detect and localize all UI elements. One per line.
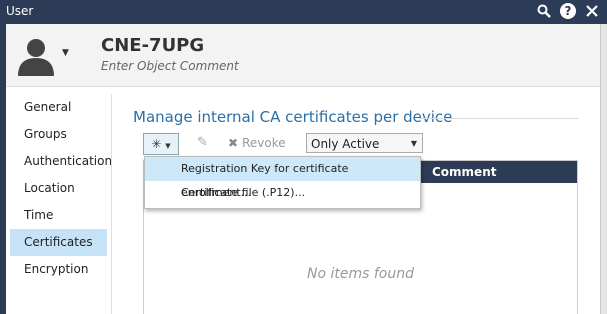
- window-titlebar: User ?: [0, 0, 607, 24]
- help-icon[interactable]: ?: [559, 2, 577, 20]
- user-dialog: ▼ CNE-7UPG Enter Object Comment General …: [0, 24, 600, 314]
- object-header: ▼ CNE-7UPG Enter Object Comment: [6, 24, 600, 87]
- chevron-down-icon: ▼: [165, 142, 171, 150]
- column-header-comment[interactable]: Comment: [432, 165, 496, 179]
- sidebar-divider: [111, 94, 112, 314]
- edit-icon[interactable]: ✎: [197, 135, 208, 150]
- sidebar-item-certificates[interactable]: Certificates: [10, 229, 107, 256]
- sidebar-item-time[interactable]: Time: [6, 202, 111, 229]
- revoke-label: Revoke: [242, 136, 286, 150]
- section-divider: [419, 118, 579, 119]
- sidebar-item-authentication[interactable]: Authentication: [6, 148, 112, 175]
- sidebar-item-general[interactable]: General: [6, 94, 111, 121]
- sidebar-item-encryption[interactable]: Encryption: [6, 256, 111, 283]
- filter-selected-value: Only Active: [311, 137, 380, 151]
- revoke-x-icon: ✖: [228, 136, 239, 150]
- section-title: Manage internal CA certificates per devi…: [133, 108, 453, 126]
- sidebar-item-location[interactable]: Location: [6, 175, 111, 202]
- menu-item-certificate-file[interactable]: Certificate file (.P12)...: [145, 181, 420, 205]
- empty-state-text: No items found: [307, 266, 414, 282]
- revoke-button[interactable]: ✖ Revoke: [228, 136, 286, 150]
- asterisk-icon: ✳: [151, 137, 162, 151]
- sidebar-item-groups[interactable]: Groups: [6, 121, 111, 148]
- filter-select[interactable]: Only Active ▼: [306, 133, 423, 153]
- user-avatar-icon[interactable]: [16, 36, 56, 76]
- window-title: User: [6, 4, 34, 18]
- chevron-down-icon: ▼: [410, 139, 417, 148]
- new-certificate-button[interactable]: ✳ ▼: [143, 133, 179, 155]
- object-name[interactable]: CNE-7UPG: [101, 35, 204, 56]
- close-icon[interactable]: [583, 2, 601, 20]
- new-menu-dropdown: Registration Key for certificate enrollm…: [144, 156, 421, 209]
- certificates-toolbar: ✳ ▼ ✎ ✖ Revoke Only Active ▼: [143, 133, 443, 155]
- menu-item-registration-key[interactable]: Registration Key for certificate enrollm…: [145, 157, 420, 199]
- sidebar-nav: General Groups Authentication Location T…: [6, 94, 112, 283]
- background-window-edge: [600, 24, 607, 314]
- object-comment-field[interactable]: Enter Object Comment: [101, 59, 239, 73]
- search-icon[interactable]: [535, 2, 553, 20]
- avatar-dropdown-icon[interactable]: ▼: [62, 48, 69, 58]
